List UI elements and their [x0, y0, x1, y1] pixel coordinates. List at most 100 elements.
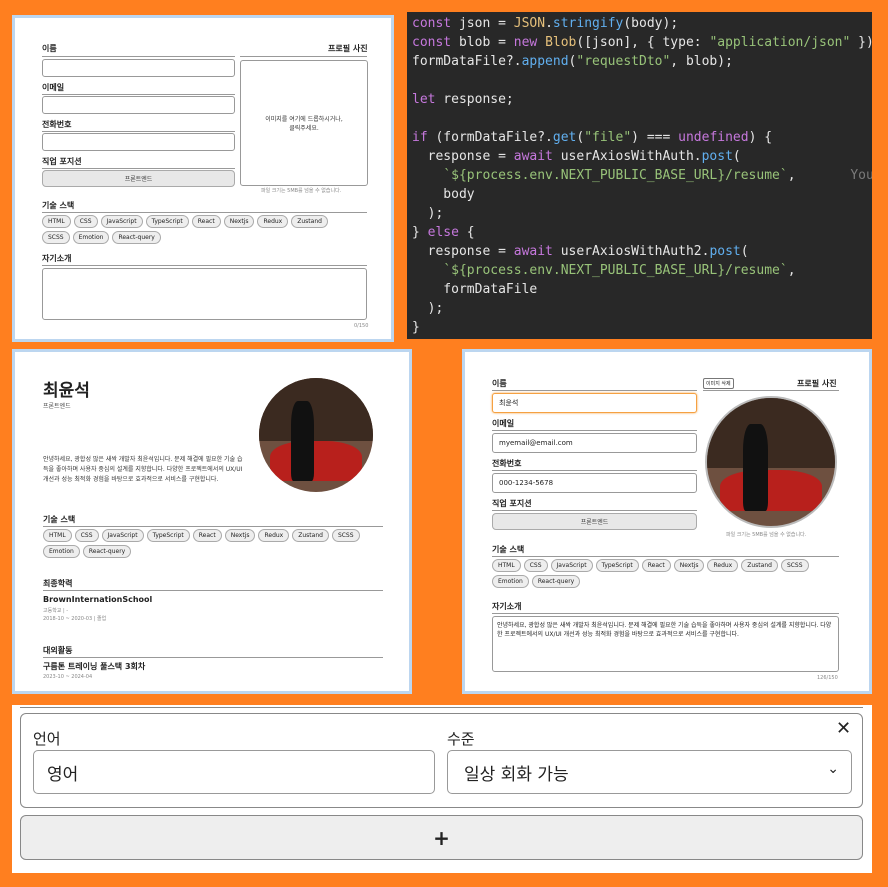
skill-tag[interactable]: Redux [258, 529, 290, 542]
email-label: 이메일 [492, 419, 515, 428]
photo-limit-note: 파일 크기는 5MB를 넘을 수 없습니다. [261, 188, 342, 194]
school-period: 2018-10 ~ 2020-03 | 졸업 [43, 616, 107, 622]
code-line: `${process.env.NEXT_PUBLIC_BASE_URL}/res… [443, 263, 796, 278]
skill-tag[interactable]: SCSS [42, 231, 70, 244]
skill-tag[interactable]: Emotion [492, 575, 529, 588]
code-line: formDataFile?.append("requestDto", blob)… [412, 54, 733, 69]
skill-tag[interactable]: TypeScript [145, 215, 189, 228]
skills-label: 기술 스택 [492, 545, 525, 554]
skill-tag[interactable]: React-query [531, 575, 581, 588]
skill-tag[interactable]: SCSS [780, 559, 809, 572]
code-line: const json = JSON.stringify(body); [412, 16, 679, 31]
school-type: 고등학교 | - [43, 608, 69, 614]
phone-label: 전화번호 [492, 459, 522, 468]
code-line: let response; [412, 92, 514, 107]
skill-tag[interactable]: HTML [42, 215, 71, 228]
intro-textarea[interactable] [42, 268, 367, 320]
skill-tag[interactable]: Nextjs [223, 215, 255, 228]
activity-period: 2023-10 ~ 2024-04 [43, 674, 93, 680]
skill-tag[interactable]: Zustand [741, 559, 778, 572]
chevron-down-icon: ⌄ [827, 761, 839, 777]
name-input[interactable] [42, 59, 235, 77]
profile-photo [259, 378, 373, 492]
skill-tag[interactable]: Nextjs [673, 559, 705, 572]
code-line: if (formDataFile?.get("file") === undefi… [412, 130, 773, 145]
intro-counter: 126/150 [817, 675, 838, 681]
skill-tag[interactable]: Redux [707, 559, 739, 572]
email-input[interactable]: myemail@email.com [492, 433, 697, 453]
intro-label: 자기소개 [42, 254, 72, 263]
language-item: 언어 영어 수준 일상 회화 가능 ⌄ ✕ [20, 713, 863, 808]
skills-tags: HTML CSS JavaScript TypeScript React Nextjs Re… [492, 559, 822, 588]
code-line: `${process.env.NEXT_PUBLIC_BASE_URL}/res… [443, 168, 872, 183]
code-line: body [412, 187, 475, 202]
code-line: ); [412, 301, 444, 316]
code-line: response = await userAxiosWithAuth2.post… [412, 244, 749, 259]
skill-tag[interactable]: TypeScript [595, 559, 639, 572]
skill-tag[interactable]: Nextjs [224, 529, 256, 542]
profile-photo[interactable] [705, 396, 837, 528]
resume-preview: 최윤석 프론트엔드 안녕하세요, 광합성 많은 새싹 개발자 최윤석입니다. 문… [15, 352, 409, 691]
empty-resume-form: 이름 프로필 사진 이메일 전화번호 직업 포지션 프론트엔드 이미지를 여기에… [15, 18, 391, 339]
photo-dropzone[interactable]: 이미지를 여기에 드롭하시거나, 클릭주세요. [240, 60, 368, 186]
position-select[interactable]: 프론트엔드 [42, 170, 235, 187]
skills-tags: HTML CSS JavaScript TypeScript React Nextjs Re… [43, 529, 373, 558]
position-select[interactable]: 프론트엔드 [492, 513, 697, 530]
level-select-value: 일상 회화 가능 [464, 764, 569, 785]
skills-label: 기술 스택 [43, 515, 76, 524]
photo-label: 프로필 사진 [328, 44, 368, 53]
name-label: 이름 [492, 379, 507, 388]
skill-tag[interactable]: JavaScript [100, 215, 143, 228]
email-input[interactable] [42, 96, 235, 114]
position-label: 직업 포지션 [492, 499, 532, 508]
skill-tag[interactable]: Zustand [292, 529, 329, 542]
skills-tags: HTML CSS JavaScript TypeScript React Nextjs Re… [42, 215, 352, 244]
delete-photo-button[interactable]: 이미지 삭제 [703, 378, 734, 389]
skill-tag[interactable]: React [192, 529, 222, 542]
language-section: 언어 영어 수준 일상 회화 가능 ⌄ ✕ + [12, 705, 872, 873]
add-language-button[interactable]: + [20, 815, 863, 860]
phone-input[interactable]: 000-1234-5678 [492, 473, 697, 493]
phone-input[interactable] [42, 133, 235, 151]
skill-tag[interactable]: Redux [257, 215, 289, 228]
intro-label: 자기소개 [492, 602, 522, 611]
phone-label: 전화번호 [42, 120, 72, 129]
skill-tag[interactable]: React-query [112, 231, 161, 244]
code-editor: const json = JSON.stringify(body); const… [407, 12, 872, 339]
skill-tag[interactable]: CSS [73, 215, 98, 228]
skill-tag[interactable]: TypeScript [146, 529, 190, 542]
skill-tag[interactable]: SCSS [331, 529, 360, 542]
skill-tag[interactable]: CSS [74, 529, 99, 542]
skill-tag[interactable]: JavaScript [550, 559, 593, 572]
activity-name: 구름톤 트레이닝 풀스택 3회차 [43, 662, 146, 671]
skill-tag[interactable]: HTML [43, 529, 72, 542]
language-input[interactable]: 영어 [33, 750, 435, 794]
code-line: ); [412, 206, 444, 221]
skill-tag[interactable]: Zustand [291, 215, 328, 228]
position-label: 직업 포지션 [42, 157, 82, 166]
resume-intro: 안녕하세요, 광합성 많은 새싹 개발자 최윤석입니다. 문제 해결에 필요한 … [43, 456, 243, 483]
skill-tag[interactable]: CSS [523, 559, 548, 572]
email-label: 이메일 [42, 83, 65, 92]
skill-tag[interactable]: React [641, 559, 671, 572]
education-label: 최종학력 [43, 579, 73, 588]
resume-name: 최윤석 [43, 381, 90, 401]
photo-limit-note: 파일 크기는 5MB를 넘을 수 없습니다. [726, 532, 807, 538]
level-select[interactable]: 일상 회화 가능 ⌄ [447, 750, 852, 794]
code-line: response = await userAxiosWithAuth.post( [412, 149, 741, 164]
language-label: 언어 [33, 730, 61, 748]
resume-position: 프론트엔드 [43, 403, 71, 410]
skills-label: 기술 스택 [42, 201, 75, 210]
skill-tag[interactable]: Emotion [43, 545, 80, 558]
skill-tag[interactable]: React-query [82, 545, 132, 558]
skill-tag[interactable]: HTML [492, 559, 521, 572]
intro-counter: 0/150 [354, 323, 369, 329]
photo-label: 프로필 사진 [797, 379, 837, 388]
name-input[interactable]: 최윤석 [492, 393, 697, 413]
intro-textarea[interactable]: 안녕하세요, 광합성 많은 새싹 개발자 최윤석입니다. 문제 해결에 필요한 … [492, 616, 839, 672]
close-icon[interactable]: ✕ [836, 720, 851, 738]
skill-tag[interactable]: React [191, 215, 221, 228]
skill-tag[interactable]: Emotion [72, 231, 110, 244]
skill-tag[interactable]: JavaScript [101, 529, 144, 542]
code-line: formDataFile [412, 282, 538, 297]
